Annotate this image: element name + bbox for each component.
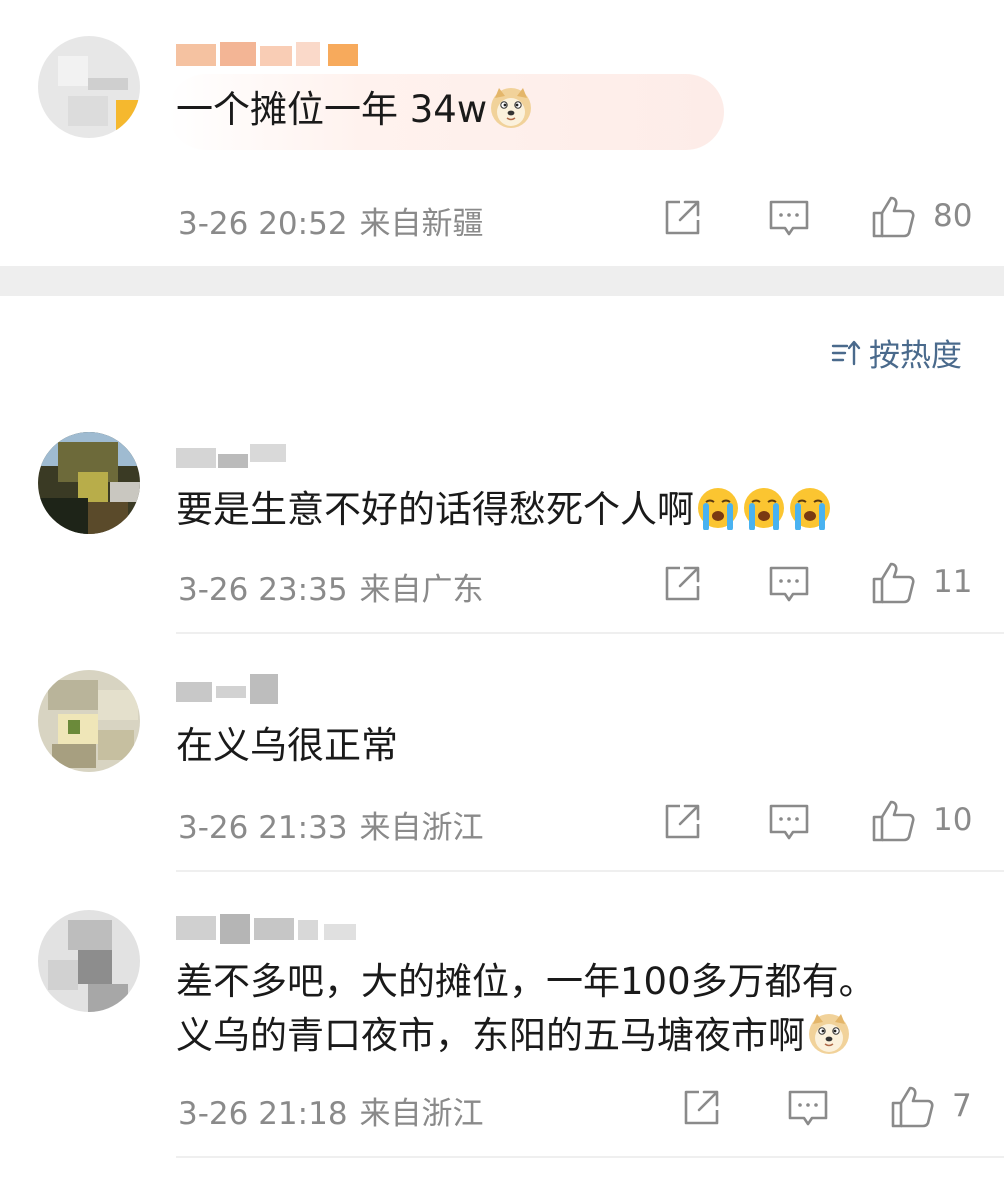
sort-control[interactable]: 按热度 — [831, 330, 962, 375]
comment-text-content: 要是生意不好的话得愁死个人啊 — [176, 488, 694, 531]
username-blurred[interactable] — [176, 40, 366, 70]
like-icon[interactable] — [871, 561, 917, 605]
reply-icon[interactable] — [768, 803, 810, 843]
like-count: 11 — [933, 564, 973, 600]
username-blurred[interactable] — [176, 674, 286, 704]
timestamp: 3-26 21:18 — [178, 1096, 348, 1132]
username-blurred[interactable] — [176, 440, 296, 470]
comment-text: 要是生意不好的话得愁死个人啊 — [176, 484, 832, 536]
like-icon[interactable] — [871, 195, 917, 239]
share-icon[interactable] — [663, 803, 703, 841]
comment-text-line2: 义乌的青口夜市，东阳的五马塘夜市啊 — [176, 1014, 805, 1057]
share-icon[interactable] — [663, 565, 703, 603]
divider — [176, 632, 1004, 634]
avatar[interactable] — [38, 36, 140, 138]
divider — [176, 870, 1004, 872]
region: 来自新疆 — [359, 206, 484, 242]
username-blurred[interactable] — [176, 912, 366, 944]
share-icon[interactable] — [663, 199, 703, 237]
like-count: 7 — [952, 1088, 972, 1124]
reply-icon[interactable] — [787, 1089, 829, 1129]
comment-meta: 3-26 21:33 来自浙江 — [178, 802, 484, 847]
crying-emoji-icon — [790, 488, 830, 530]
avatar[interactable] — [38, 670, 140, 772]
comment-text: 在义乌很正常 — [176, 720, 398, 772]
comment-meta: 3-26 21:18 来自浙江 — [178, 1088, 484, 1133]
section-divider — [0, 266, 1004, 296]
top-comment: 一个摊位一年 34w 3-26 20:52 来自新疆 80 — [0, 0, 1004, 266]
like-count: 80 — [933, 198, 973, 234]
doge-emoji-icon — [491, 88, 532, 128]
region: 来自广东 — [359, 572, 484, 608]
crying-emoji-icon — [744, 488, 784, 530]
region: 来自浙江 — [359, 1096, 484, 1132]
sort-label: 按热度 — [869, 338, 962, 374]
like-count: 10 — [933, 802, 973, 838]
reply-icon[interactable] — [768, 565, 810, 605]
comment-text-content: 一个摊位一年 34w — [176, 88, 488, 131]
comment-text-line1: 差不多吧，大的摊位，一年100多万都有。 — [176, 960, 876, 1003]
crying-emoji-icon — [698, 488, 738, 530]
divider — [176, 1156, 1004, 1158]
avatar[interactable] — [38, 432, 140, 534]
comment-text: 差不多吧，大的摊位，一年100多万都有。 — [176, 956, 876, 1008]
doge-emoji-icon — [809, 1014, 849, 1054]
comment-text: 一个摊位一年 34w — [176, 84, 533, 136]
sort-icon — [831, 340, 861, 365]
avatar[interactable] — [38, 910, 140, 1012]
timestamp: 3-26 21:33 — [178, 810, 348, 846]
timestamp: 3-26 20:52 — [178, 206, 348, 242]
like-icon[interactable] — [871, 799, 917, 843]
reply-icon[interactable] — [768, 199, 810, 239]
comment-text-content: 在义乌很正常 — [176, 724, 398, 767]
like-icon[interactable] — [890, 1085, 936, 1129]
comment-meta: 3-26 23:35 来自广东 — [178, 564, 484, 609]
region: 来自浙江 — [359, 810, 484, 846]
comment-text: 义乌的青口夜市，东阳的五马塘夜市啊 — [176, 1010, 851, 1062]
timestamp: 3-26 23:35 — [178, 572, 348, 608]
share-icon[interactable] — [682, 1089, 722, 1127]
comment-meta: 3-26 20:52 来自新疆 — [178, 198, 484, 243]
